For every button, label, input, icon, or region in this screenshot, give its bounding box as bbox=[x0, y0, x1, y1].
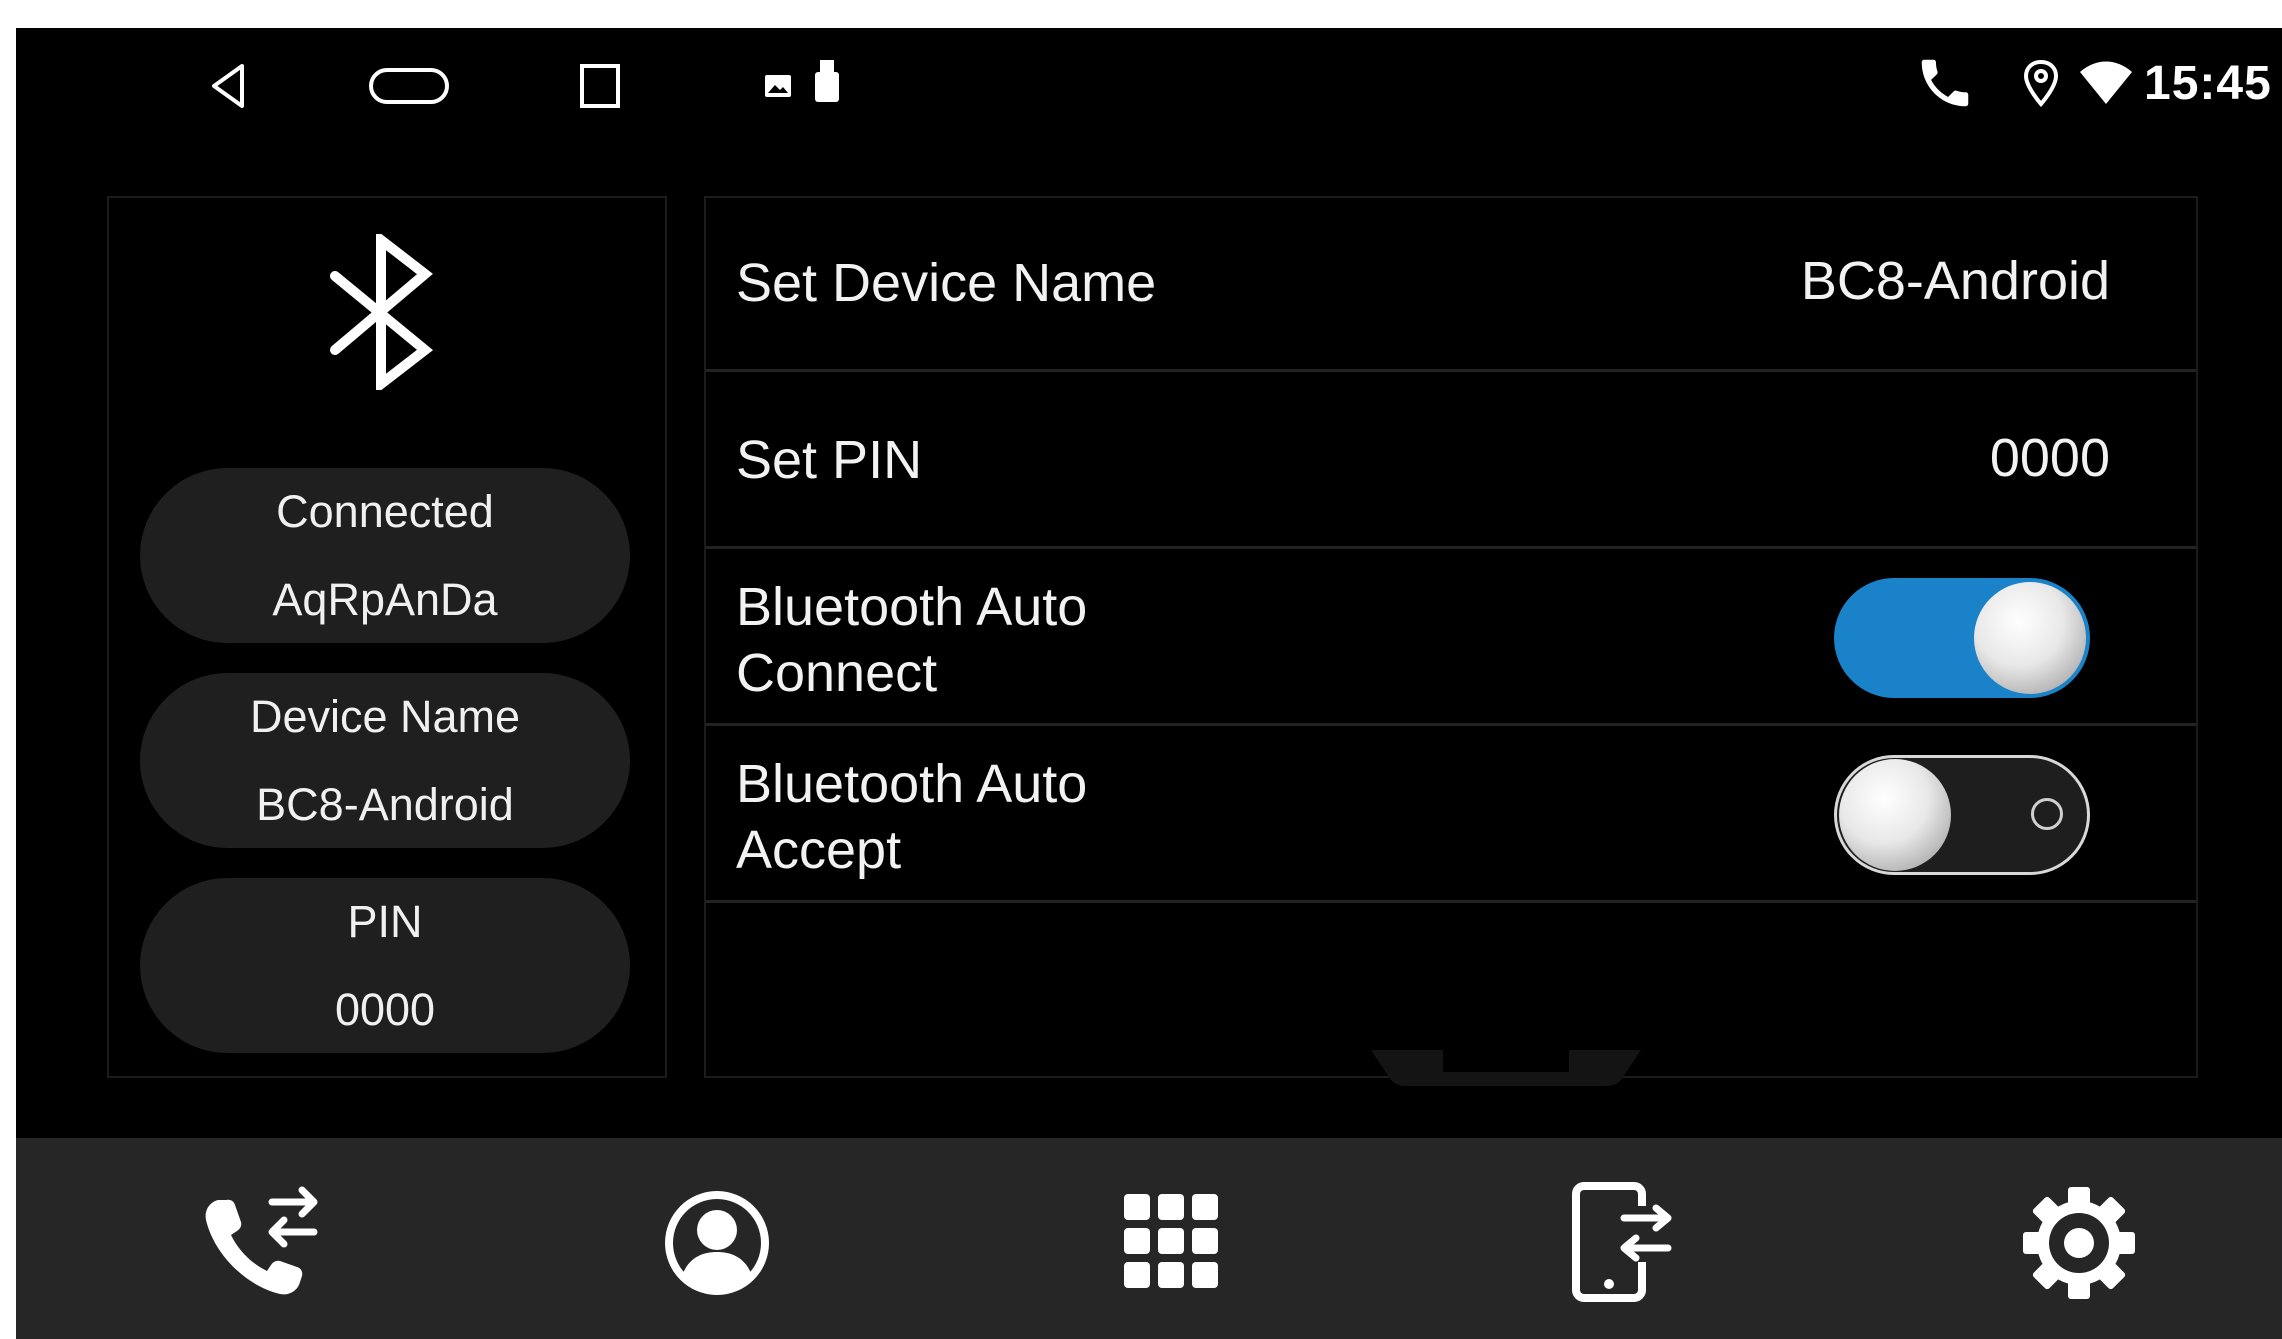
auto-connect-toggle[interactable] bbox=[1834, 578, 2090, 698]
device-name-label: Device Name bbox=[249, 691, 521, 742]
call-transfer-icon[interactable] bbox=[196, 1178, 326, 1308]
auto-accept-label-line1: Bluetooth Auto bbox=[736, 754, 1088, 814]
settings-icon[interactable] bbox=[2014, 1178, 2144, 1308]
clock: 15:45 bbox=[2144, 57, 2272, 110]
auto-connect-row: Bluetooth Auto Connect bbox=[706, 552, 2196, 726]
auto-accept-row: Bluetooth Auto Accept bbox=[706, 729, 2196, 903]
toggle-knob bbox=[1974, 582, 2086, 694]
bluetooth-icon bbox=[330, 234, 434, 390]
home-icon[interactable] bbox=[368, 64, 452, 110]
pin-pill: PIN 0000 bbox=[140, 878, 630, 1053]
bluetooth-info-panel: Connected AqRpAnDa Device Name BC8-Andro… bbox=[107, 196, 667, 1078]
toggle-off-indicator bbox=[2031, 798, 2063, 830]
device-name-pill: Device Name BC8-Android bbox=[140, 673, 630, 848]
contacts-icon[interactable] bbox=[652, 1178, 782, 1308]
usb-drive-icon bbox=[815, 60, 839, 102]
wifi-icon bbox=[2080, 61, 2132, 104]
set-pin-row[interactable]: Set PIN 0000 bbox=[706, 375, 2196, 549]
auto-connect-label-line1: Bluetooth Auto bbox=[736, 577, 1088, 637]
screen: 15:45 Connected AqRpAnDa Device Name BC8… bbox=[16, 28, 2282, 1339]
toggle-knob bbox=[1839, 759, 1951, 871]
pin-value: 0000 bbox=[334, 984, 436, 1035]
image-icon bbox=[765, 75, 791, 97]
auto-connect-label-line2: Connect bbox=[736, 643, 938, 703]
recents-icon[interactable] bbox=[578, 60, 624, 112]
auto-accept-label-line2: Accept bbox=[736, 820, 902, 880]
set-pin-value: 0000 bbox=[1989, 428, 2110, 488]
device-transfer-icon[interactable] bbox=[1554, 1178, 1684, 1308]
dialpad-icon[interactable] bbox=[1106, 1178, 1236, 1308]
back-icon[interactable] bbox=[204, 58, 254, 114]
connected-device-value: AqRpAnDa bbox=[272, 574, 498, 625]
bluetooth-settings-list: Set Device Name BC8-Android Set PIN 0000… bbox=[704, 196, 2198, 1086]
scroll-handle[interactable] bbox=[1371, 1048, 1641, 1088]
connected-label: Connected bbox=[276, 486, 494, 537]
set-device-name-value: BC8-Android bbox=[1800, 251, 2110, 311]
pin-label: PIN bbox=[347, 896, 423, 947]
connected-pill: Connected AqRpAnDa bbox=[140, 468, 630, 643]
set-device-name-label: Set Device Name bbox=[736, 253, 1157, 313]
auto-accept-toggle[interactable] bbox=[1834, 755, 2090, 875]
set-device-name-row[interactable]: Set Device Name BC8-Android bbox=[706, 198, 2196, 372]
set-pin-label: Set PIN bbox=[736, 430, 923, 490]
device-name-value: BC8-Android bbox=[256, 779, 514, 830]
bottom-navigation bbox=[16, 1138, 2282, 1339]
phone-icon bbox=[1921, 59, 1969, 107]
location-icon bbox=[2023, 59, 2059, 108]
